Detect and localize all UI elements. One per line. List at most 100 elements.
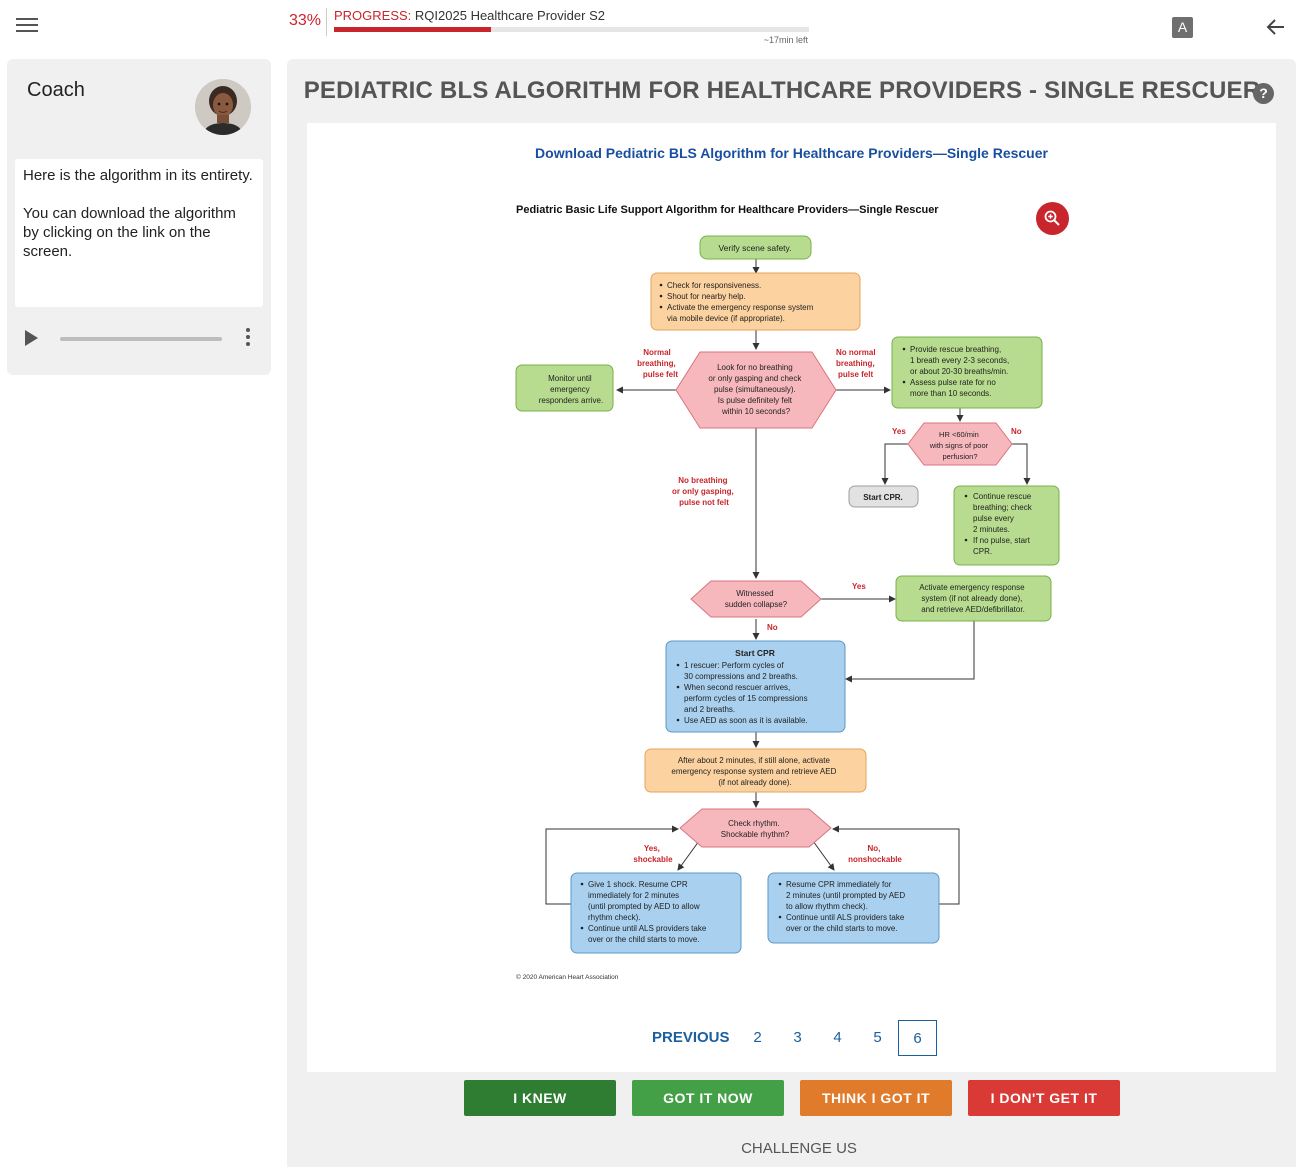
witnessed-no-label: No bbox=[767, 623, 778, 632]
page-button-3[interactable]: 3 bbox=[778, 1020, 817, 1056]
resume-line-4: Continue until ALS providers take bbox=[786, 913, 905, 922]
monitor-line-2: emergency bbox=[550, 385, 590, 394]
zoom-in-icon[interactable] bbox=[1036, 202, 1069, 235]
page-button-2[interactable]: 2 bbox=[738, 1020, 777, 1056]
continue-line-3: pulse every bbox=[973, 514, 1014, 523]
no-normal-label-1: No normal bbox=[836, 348, 876, 357]
shock-line-2: immediately for 2 minutes bbox=[588, 891, 679, 900]
activate-line-2: system (if not already done), bbox=[921, 594, 1022, 603]
hr-no-label: No bbox=[1011, 427, 1022, 436]
activate-line-1: Activate emergency response bbox=[919, 583, 1025, 592]
main-panel: PEDIATRIC BLS ALGORITHM FOR HEALTHCARE P… bbox=[287, 59, 1296, 1167]
no-normal-label-3: pulse felt bbox=[838, 370, 873, 379]
svg-text:Normal breathing,: Normal breathing, pulse felt bbox=[637, 348, 678, 379]
normal-label-1: Normal bbox=[643, 348, 671, 357]
activate-line-3: and retrieve AED/defibrillator. bbox=[921, 605, 1025, 614]
progress-divider bbox=[326, 8, 327, 36]
i-dont-get-it-button[interactable]: I DON'T GET IT bbox=[968, 1080, 1120, 1116]
normal-label-2: breathing, bbox=[637, 359, 676, 368]
download-algorithm-link[interactable]: Download Pediatric BLS Algorithm for Hea… bbox=[307, 145, 1276, 161]
page-button-5[interactable]: 5 bbox=[858, 1020, 897, 1056]
play-icon[interactable] bbox=[25, 330, 38, 346]
i-knew-button[interactable]: I KNEW bbox=[464, 1080, 616, 1116]
continue-line-6: CPR. bbox=[973, 547, 992, 556]
shock-line-5: Continue until ALS providers take bbox=[588, 924, 707, 933]
look-line-2: or only gasping and check bbox=[708, 374, 802, 383]
cpr-line-2: 30 compressions and 2 breaths. bbox=[684, 672, 798, 681]
back-arrow-icon[interactable] bbox=[1263, 14, 1289, 40]
coach-message-text-2: You can download the algorithm by clicki… bbox=[23, 205, 236, 260]
witnessed-line-1: Witnessed bbox=[736, 589, 773, 598]
cpr-line-4: perform cycles of 15 compressions bbox=[684, 694, 808, 703]
progress-percent: 33% bbox=[289, 12, 322, 29]
svg-text:Look for no breathing: Look for no breathing or only gasping an… bbox=[708, 363, 803, 416]
page-title: PEDIATRIC BLS ALGORITHM FOR HEALTHCARE P… bbox=[303, 77, 1261, 104]
shock-line-4: rhythm check). bbox=[588, 913, 640, 922]
shock-line-6: over or the child starts to move. bbox=[588, 935, 700, 944]
previous-button[interactable]: PREVIOUS bbox=[652, 1029, 730, 1046]
resume-line-3: to allow rhythm check). bbox=[786, 902, 868, 911]
look-line-4: Is pulse definitely felt bbox=[718, 396, 793, 405]
witnessed-yes-label: Yes bbox=[852, 582, 866, 591]
menu-icon[interactable] bbox=[16, 18, 38, 36]
cpr-line-1: 1 rescuer: Perform cycles of bbox=[684, 661, 784, 670]
after-line-2: emergency response system and retrieve A… bbox=[671, 767, 836, 776]
rescue-line-4: Assess pulse rate for no bbox=[910, 378, 996, 387]
coach-title: Coach bbox=[27, 79, 85, 101]
more-vert-icon[interactable] bbox=[245, 328, 251, 350]
check-line-1: Check for responsiveness. bbox=[667, 281, 761, 290]
coach-avatar bbox=[195, 79, 251, 135]
continue-line-1: Continue rescue bbox=[973, 492, 1032, 501]
hr-yes-label: Yes bbox=[892, 427, 906, 436]
page-button-6[interactable]: 6 bbox=[898, 1020, 937, 1056]
resume-line-2: 2 minutes (until prompted by AED bbox=[786, 891, 905, 900]
rescue-line-2: 1 breath every 2-3 seconds, bbox=[910, 356, 1009, 365]
hr-line-3: perfusion? bbox=[942, 452, 977, 461]
progress-prefix: PROGRESS: bbox=[334, 8, 412, 23]
resume-line-5: over or the child starts to move. bbox=[786, 924, 898, 933]
progress-label: PROGRESS: RQI2025 Healthcare Provider S2 bbox=[334, 8, 605, 23]
no-breathing-label-1: No breathing bbox=[678, 476, 727, 485]
cpr-line-6: Use AED as soon as it is available. bbox=[684, 716, 808, 725]
font-size-icon[interactable]: A bbox=[1172, 17, 1193, 38]
audio-scrubber[interactable] bbox=[60, 337, 222, 341]
look-line-1: Look for no breathing bbox=[717, 363, 793, 372]
think-i-got-it-button[interactable]: THINK I GOT IT bbox=[800, 1080, 952, 1116]
nonshockable-label-2: nonshockable bbox=[848, 855, 902, 864]
progress-bar bbox=[334, 27, 809, 32]
cpr-line-5: and 2 breaths. bbox=[684, 705, 735, 714]
rescue-line-3: or about 20-30 breaths/min. bbox=[910, 367, 1008, 376]
continue-line-5: If no pulse, start bbox=[973, 536, 1031, 545]
got-it-now-button[interactable]: GOT IT NOW bbox=[632, 1080, 784, 1116]
algorithm-flowchart: Pediatric Basic Life Support Algorithm f… bbox=[515, 204, 1060, 981]
normal-label-3: pulse felt bbox=[643, 370, 678, 379]
shockable-label-2: shockable bbox=[633, 855, 673, 864]
after-line-1: After about 2 minutes, if still alone, a… bbox=[678, 756, 831, 765]
challenge-us-link[interactable]: CHALLENGE US bbox=[287, 1140, 1310, 1157]
check-line-2: Shout for nearby help. bbox=[667, 292, 746, 301]
no-normal-label-2: breathing, bbox=[836, 359, 875, 368]
rhythm-line-2: Shockable rhythm? bbox=[721, 830, 790, 839]
copyright-text: © 2020 American Heart Association bbox=[516, 973, 619, 981]
look-line-3: pulse (simultaneously). bbox=[714, 385, 796, 394]
witnessed-line-2: sudden collapse? bbox=[725, 600, 788, 609]
algorithm-title: Pediatric Basic Life Support Algorithm f… bbox=[516, 204, 939, 216]
shock-line-3: (until prompted by AED to allow bbox=[588, 902, 700, 911]
help-icon[interactable]: ? bbox=[1253, 83, 1274, 104]
no-breathing-label-2: or only gasping, bbox=[672, 487, 734, 496]
pagination: PREVIOUS 2 3 4 5 6 bbox=[307, 1020, 1276, 1056]
svg-text:No, nonshockable: No, nonshockable bbox=[848, 844, 902, 864]
hr-line-1: HR <60/min bbox=[939, 430, 979, 439]
resume-line-1: Resume CPR immediately for bbox=[786, 880, 892, 889]
progress-course: RQI2025 Healthcare Provider S2 bbox=[414, 8, 605, 23]
page-button-4[interactable]: 4 bbox=[818, 1020, 857, 1056]
monitor-line-1: Monitor until bbox=[548, 374, 592, 383]
time-left: ~17min left bbox=[763, 35, 808, 45]
look-line-5: within 10 seconds? bbox=[721, 407, 791, 416]
rescue-line-5: more than 10 seconds. bbox=[910, 389, 991, 398]
cpr-title: Start CPR bbox=[735, 648, 775, 658]
rhythm-line-1: Check rhythm. bbox=[728, 819, 780, 828]
cpr-line-3: When second rescuer arrives, bbox=[684, 683, 790, 692]
nonshockable-label-1: No, bbox=[867, 844, 880, 853]
svg-text:Activate emergency response: Activate emergency response system (if n… bbox=[919, 583, 1027, 614]
